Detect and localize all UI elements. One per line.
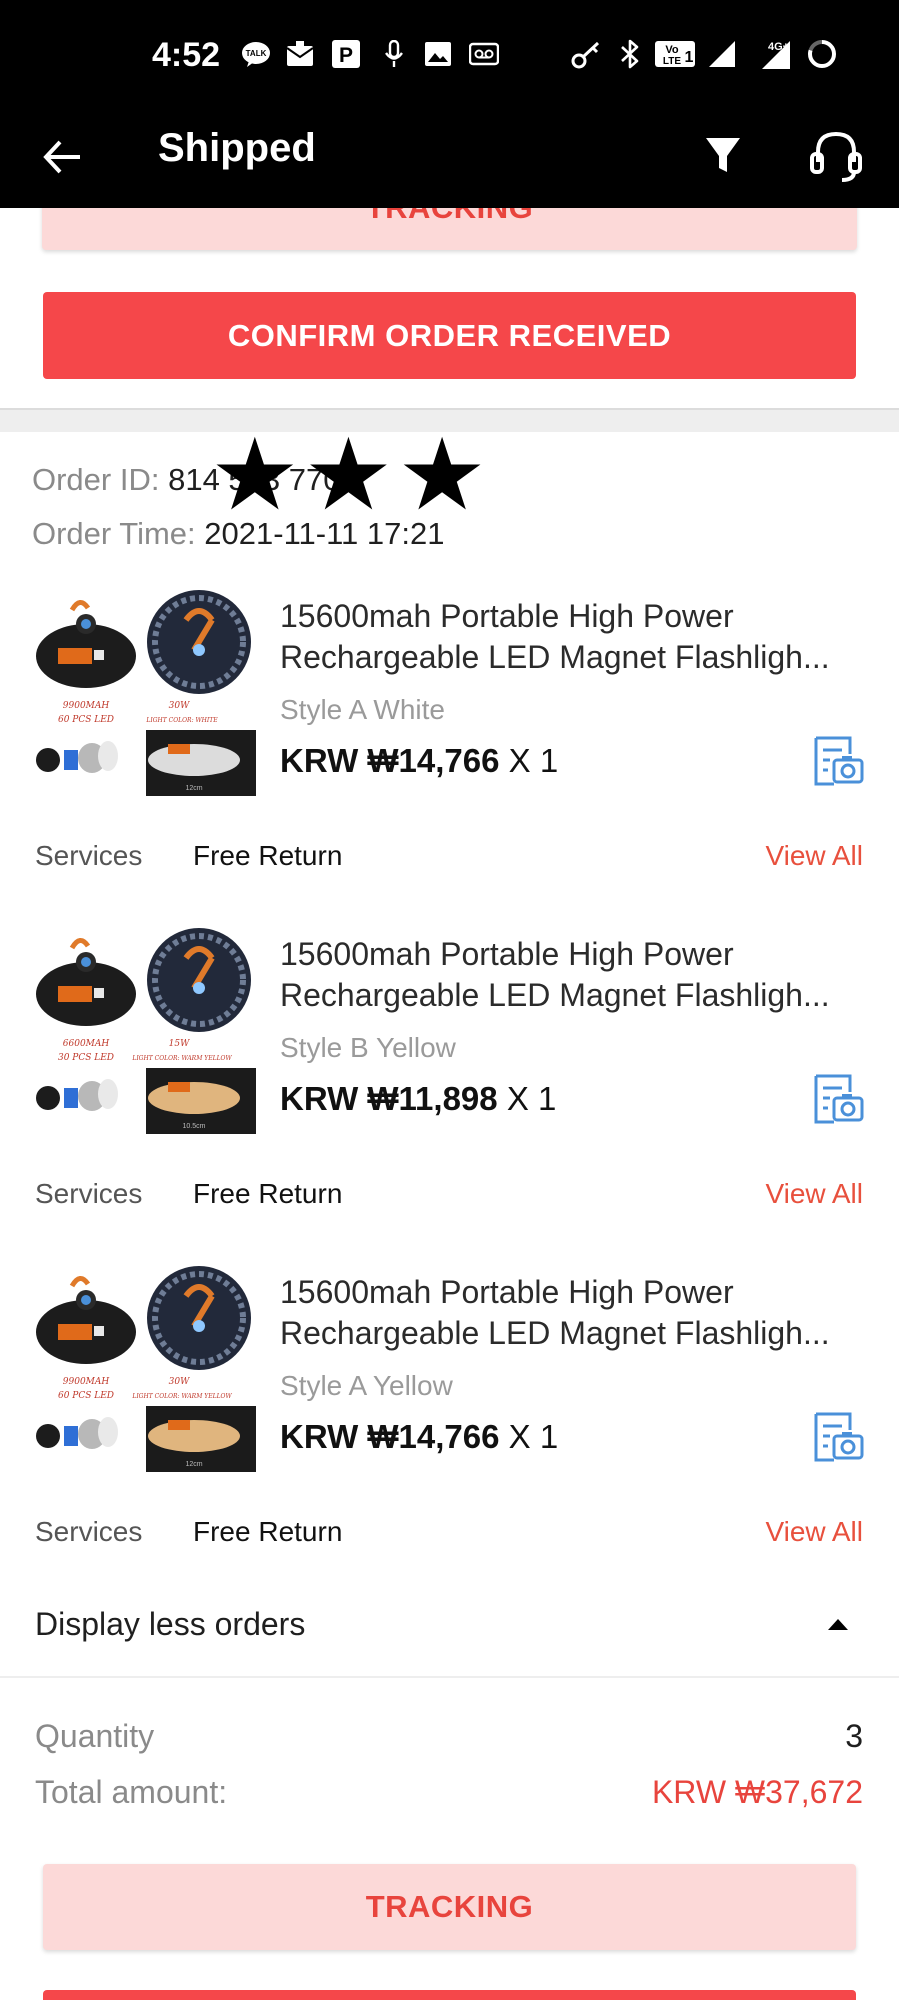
quantity-label: Quantity	[35, 1718, 155, 1754]
status-time: 4:52	[152, 36, 221, 74]
svg-text:12cm: 12cm	[185, 785, 202, 792]
product-title[interactable]: 15600mah Portable High Power Rechargeabl…	[280, 596, 899, 678]
svg-text:30W: 30W	[169, 701, 190, 711]
svg-text:9900MAH: 9900MAH	[63, 701, 110, 711]
svg-text:30 PCS LED: 30 PCS LED	[58, 1053, 114, 1063]
network-type: 4G+	[768, 41, 789, 53]
volte-icon: Vo LTE 1	[654, 38, 696, 70]
status-bar: 4:52 TALK P Vo LTE 1 4G+	[0, 0, 899, 108]
product-price-row: KRW ₩14,766 X 1	[280, 1418, 558, 1456]
signal-icon	[706, 38, 738, 70]
svg-text:LIGHT COLOR: WHITE: LIGHT COLOR: WHITE	[145, 717, 218, 724]
product-quantity: X 1	[508, 1418, 559, 1455]
header-overlay	[0, 108, 899, 208]
confirm-label: CONFIRM ORDER RECEIVED	[227, 317, 672, 353]
mic-icon	[378, 38, 410, 70]
product-variant: Style B Yellow	[280, 1032, 456, 1063]
bluetooth-icon	[614, 38, 646, 70]
talk-icon: TALK	[240, 38, 272, 70]
filter-icon[interactable]	[700, 130, 746, 180]
svg-text:LTE: LTE	[663, 56, 681, 67]
svg-text:15W: 15W	[169, 1039, 190, 1049]
svg-text:6600MAH: 6600MAH	[63, 1039, 110, 1049]
svg-text:12cm: 12cm	[185, 1461, 202, 1468]
svg-text:60 PCS LED: 60 PCS LED	[58, 715, 114, 725]
voicemail-icon	[468, 38, 500, 70]
tracking-label: TRACKING	[365, 1889, 534, 1924]
svg-text:Vo: Vo	[665, 44, 679, 56]
image-icon	[422, 38, 454, 70]
total-amount-label: Total amount:	[35, 1774, 228, 1810]
service-value: Free Return	[193, 840, 343, 871]
product-quantity: X 1	[506, 1080, 557, 1117]
svg-text:10.5cm: 10.5cm	[183, 1123, 206, 1130]
svg-text:9900MAH: 9900MAH	[63, 1377, 110, 1387]
svg-text:P: P	[339, 44, 353, 67]
svg-text:TALK: TALK	[246, 49, 267, 58]
display-less-label: Display less orders	[35, 1606, 306, 1642]
services-label: Services	[35, 1516, 143, 1547]
view-all-link[interactable]: View All	[765, 840, 863, 872]
view-all-link[interactable]: View All	[765, 1516, 863, 1548]
product-variant: Style A White	[280, 694, 445, 725]
display-less-orders-toggle[interactable]: Display less orders	[0, 1586, 899, 1676]
photo-review-icon[interactable]	[810, 734, 864, 788]
order-item[interactable]: 9900MAH 30W 60 PCS LED LIGHT COLOR: WHIT…	[0, 590, 899, 890]
svg-text:1: 1	[685, 49, 694, 66]
order-time-row: Order Time: 2021-11-11 17:21	[32, 516, 444, 552]
svg-text:LIGHT COLOR: WARM YELLOW: LIGHT COLOR: WARM YELLOW	[131, 1055, 232, 1062]
product-price: KRW ₩14,766	[280, 1418, 500, 1455]
service-value: Free Return	[193, 1178, 343, 1209]
product-price: KRW ₩11,898	[280, 1080, 498, 1117]
signal-4g-icon: 4G+	[754, 38, 794, 70]
view-all-link[interactable]: View All	[765, 1178, 863, 1210]
order-item[interactable]: 6600MAH 15W 30 PCS LED LIGHT COLOR: WARM…	[0, 928, 899, 1228]
tracking-button[interactable]: TRACKING	[43, 1864, 856, 1950]
order-time-label: Order Time:	[32, 516, 196, 551]
order-id-label: Order ID:	[32, 462, 160, 497]
order-time-value: 2021-11-11 17:21	[204, 516, 445, 551]
headset-icon[interactable]	[806, 128, 866, 184]
quantity-value: 3	[845, 1718, 863, 1754]
product-price-row: KRW ₩11,898 X 1	[280, 1080, 556, 1118]
product-quantity: X 1	[508, 742, 559, 779]
product-variant: Style A Yellow	[280, 1370, 453, 1401]
product-thumbnail[interactable]: 9900MAH 30W 60 PCS LED LIGHT COLOR: WHIT…	[34, 590, 264, 820]
product-title[interactable]: 15600mah Portable High Power Rechargeabl…	[280, 934, 899, 1016]
svg-text:30W: 30W	[169, 1377, 190, 1387]
svg-text:LIGHT COLOR: WARM YELLOW: LIGHT COLOR: WARM YELLOW	[131, 1393, 232, 1400]
key-icon	[570, 38, 602, 70]
product-price-row: KRW ₩14,766 X 1	[280, 742, 558, 780]
photo-review-icon[interactable]	[810, 1072, 864, 1126]
product-thumbnail[interactable]: 9900MAH 30W 60 PCS LED LIGHT COLOR: WARM…	[34, 1266, 264, 1496]
services-label: Services	[35, 1178, 143, 1209]
summary-divider	[0, 1676, 899, 1678]
mail-icon	[284, 38, 316, 70]
product-price: KRW ₩14,766	[280, 742, 500, 779]
back-arrow-icon[interactable]	[38, 132, 88, 182]
photo-review-icon[interactable]	[810, 1410, 864, 1464]
order-item[interactable]: 9900MAH 30W 60 PCS LED LIGHT COLOR: WARM…	[0, 1266, 899, 1566]
services-label: Services	[35, 840, 143, 871]
product-thumbnail[interactable]: 6600MAH 15W 30 PCS LED LIGHT COLOR: WARM…	[34, 928, 264, 1158]
product-title[interactable]: 15600mah Portable High Power Rechargeabl…	[280, 1272, 899, 1354]
chevron-up-icon	[826, 1616, 850, 1637]
battery-icon	[806, 38, 838, 70]
confirm-order-received-button[interactable]: CONFIRM ORDER RECEIVED	[43, 292, 856, 379]
parking-icon: P	[330, 38, 362, 70]
total-amount-value: KRW ₩37,672	[651, 1774, 863, 1810]
svg-text:60 PCS LED: 60 PCS LED	[58, 1391, 114, 1401]
confirm-order-received-button-partial[interactable]	[43, 1990, 856, 2000]
page-title: Shipped	[158, 126, 316, 170]
service-value: Free Return	[193, 1516, 343, 1547]
redaction-stars: ★★★	[210, 419, 491, 531]
